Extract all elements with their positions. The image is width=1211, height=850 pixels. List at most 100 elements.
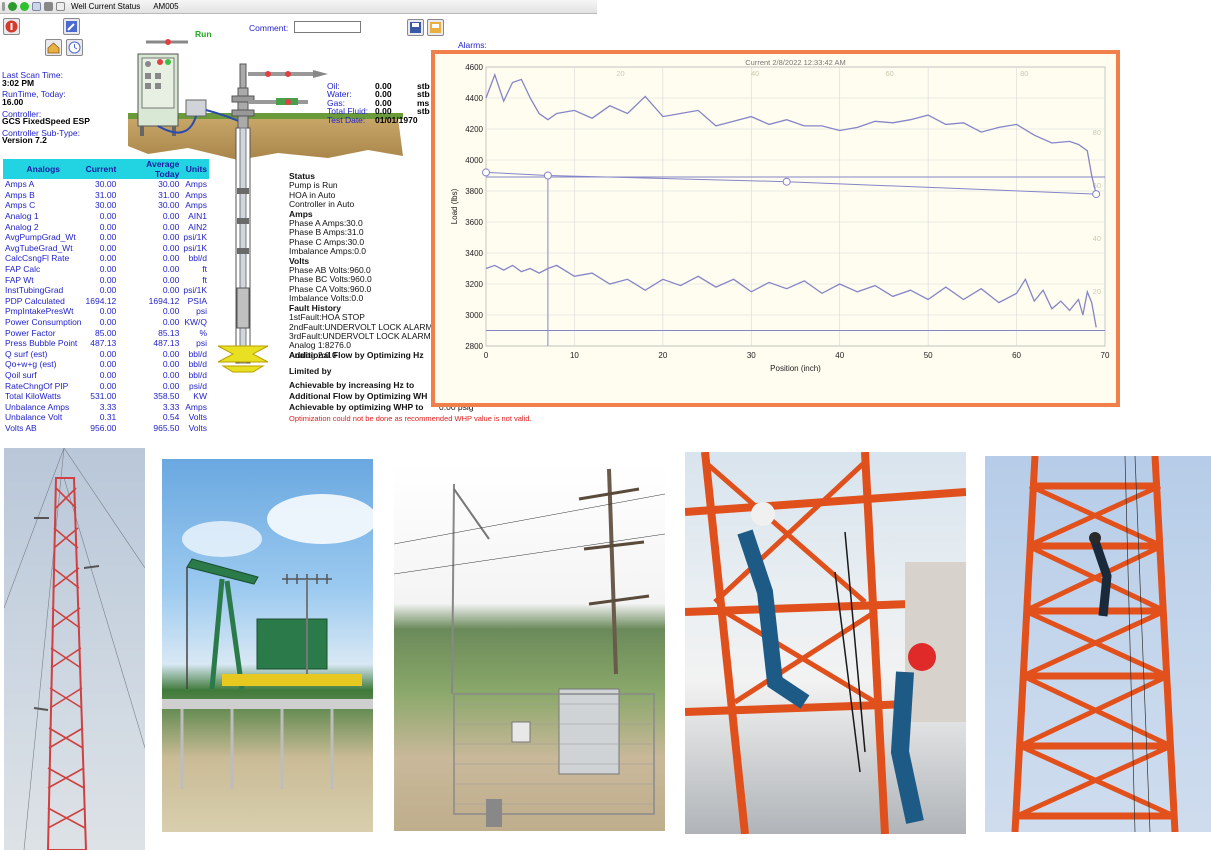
dyna-chart: 0 10 20 30 40 50 60 70 2800 3000 3200 3400 3600 3800 4… xyxy=(450,58,1110,373)
analogs-row[interactable]: Unbalance Volt 0.31 0.54 Volts xyxy=(3,412,209,423)
analogs-cell: 0.00 xyxy=(162,242,180,253)
analogs-row[interactable]: Q surf (est) 0.00 0.00 bbl/d xyxy=(3,349,209,360)
secondary-point[interactable] xyxy=(543,171,552,180)
analogs-cell: Amps xyxy=(185,189,207,200)
analogs-row[interactable]: Amps B 31.00 31.00 Amps xyxy=(3,190,209,201)
stop-button[interactable] xyxy=(3,18,20,35)
analogs-row[interactable]: Qo+w+g (est) 0.00 0.00 bbl/d xyxy=(3,359,209,370)
y-tick-label: 3800 xyxy=(465,187,483,196)
additional-flow-hz: Additional Flow by Optimizing Hz xyxy=(289,350,424,360)
print-icon[interactable] xyxy=(44,2,53,11)
analogs-cell: 0.00 xyxy=(162,274,180,285)
analogs-cell: 0.00 xyxy=(99,317,117,328)
analogs-cell: 0.00 xyxy=(162,369,180,380)
analogs-row[interactable]: Power Factor 85.00 85.13% xyxy=(3,327,209,338)
analogs-cell: Volts xyxy=(188,412,207,423)
flow-value: 01/01/1970 xyxy=(375,114,418,125)
y-tick-label: 4000 xyxy=(465,156,483,165)
analogs-cell: KW/Q xyxy=(184,317,207,328)
save-as-button[interactable] xyxy=(427,19,444,36)
analogs-cell: Amps xyxy=(185,179,207,190)
analogs-row[interactable]: InstTubingGrad 0.00 0.00 psi/1K xyxy=(3,285,209,296)
analogs-row[interactable]: FAP Wt 0.00 0.00 ft xyxy=(3,274,209,285)
analogs-row[interactable]: Amps C 30.00 30.00 Amps xyxy=(3,200,209,211)
analogs-cell: 31.00 xyxy=(158,189,180,200)
right-tick-label: 80 xyxy=(1093,128,1101,137)
window-title: Well Current Status xyxy=(71,2,141,11)
status-panel: Status Pump is Run HOA in Auto Controller … xyxy=(289,171,439,360)
analogs-cell: 0.00 xyxy=(99,359,117,370)
analogs-cell: Amps B xyxy=(5,189,35,200)
analogs-row[interactable]: Volts AB 956.00 965.50 Volts xyxy=(3,423,209,434)
analogs-cell: 0.00 xyxy=(99,285,117,296)
y-tick-label: 3200 xyxy=(465,280,483,289)
secondary-point[interactable] xyxy=(482,168,490,177)
analogs-cell: FAP Wt xyxy=(5,274,34,285)
analogs-cell: Qoil surf xyxy=(5,369,37,380)
analogs-cell: InstTubingGrad xyxy=(5,285,64,296)
flow-row: Test Date: 01/01/1970 xyxy=(327,114,435,125)
analogs-row[interactable]: Qoil surf 0.00 0.00 bbl/d xyxy=(3,370,209,381)
analogs-cell: 0.00 xyxy=(99,221,117,232)
analogs-row[interactable]: Amps A 30.00 30.00 Amps xyxy=(3,179,209,190)
tools-button[interactable] xyxy=(63,18,80,35)
esp-pump xyxy=(236,287,250,329)
analogs-cell: 1694.12 xyxy=(148,295,180,306)
analogs-cell: 956.00 xyxy=(90,422,117,433)
analogs-row[interactable]: Power Consumption 0.00 0.00 KW/Q xyxy=(3,317,209,328)
analogs-row[interactable]: Total KiloWatts 531.00 358.50 KW xyxy=(3,391,209,402)
history-button[interactable] xyxy=(66,39,83,56)
analogs-cell: 358.50 xyxy=(153,391,180,402)
window-toolbar: Well Current Status AM005 xyxy=(0,0,597,14)
analogs-cell: bbl/d xyxy=(188,348,207,359)
analogs-cell: 30.00 xyxy=(95,179,117,190)
analogs-row[interactable]: CalcCsngFl Rate 0.00 0.00 bbl/d xyxy=(3,253,209,264)
home-button[interactable] xyxy=(45,39,62,56)
analogs-cell: 1694.12 xyxy=(85,295,117,306)
analogs-row[interactable]: PmpIntakePresWt 0.00 0.00 psi xyxy=(3,306,209,317)
achievable-hz: Achievable by increasing Hz to xyxy=(289,380,415,390)
y-tick-label: 3600 xyxy=(465,218,483,227)
additional-flow-whp: Additional Flow by Optimizing WH xyxy=(289,391,428,401)
analogs-cell: Amps xyxy=(185,401,207,412)
analogs-cell: ft xyxy=(202,264,207,275)
window-icon[interactable] xyxy=(32,2,41,11)
top-tick-label: 60 xyxy=(886,69,894,78)
analogs-cell: 0.00 xyxy=(162,253,180,264)
go-icon[interactable] xyxy=(20,2,29,11)
secondary-point[interactable] xyxy=(1092,190,1101,199)
stop-icon xyxy=(5,20,18,33)
flow-label: Test Date: xyxy=(327,114,366,125)
analogs-cell: 0.00 xyxy=(99,274,117,285)
analogs-row[interactable]: PDP Calculated 1694.12 1694.12 PSIA xyxy=(3,296,209,307)
optimization-error: Optimization could not be done as recomm… xyxy=(289,414,532,423)
analogs-row[interactable]: AvgPumpGrad_Wt 0.00 0.00 psi/1K xyxy=(3,232,209,243)
analogs-cell: Power Consumption xyxy=(5,317,82,328)
analogs-cell: Q surf (est) xyxy=(5,348,48,359)
analogs-row[interactable]: AvgTubeGrad_Wt 0.00 0.00 psi/1K xyxy=(3,243,209,254)
analogs-cell: 487.13 xyxy=(153,338,180,349)
analogs-header-row: Analogs Current Average Today Units xyxy=(3,159,209,179)
analogs-row[interactable]: Analog 1 0.00 0.00 AIN1 xyxy=(3,211,209,222)
dyna-chart-frame: 0 10 20 30 40 50 60 70 2800 3000 3200 3400 3600 3800 4… xyxy=(431,50,1120,407)
x-tick-label: 30 xyxy=(747,351,756,360)
analogs-cell: 0.00 xyxy=(99,211,117,222)
refresh-icon[interactable] xyxy=(8,2,17,11)
document-icon[interactable] xyxy=(56,2,65,11)
analogs-row[interactable]: Press Bubble Point 487.13 487.13 psi xyxy=(3,338,209,349)
flow-panel: Oil: 0.00 stb Water: 0.00 stb Gas: 0.00 ms Total … xyxy=(327,82,435,124)
secondary-point[interactable] xyxy=(782,177,791,186)
analogs-row[interactable]: RateChngOf PIP 0.00 0.00 psi/d xyxy=(3,380,209,391)
analogs-row[interactable]: Analog 2 0.00 0.00 AIN2 xyxy=(3,221,209,232)
analogs-cell: 0.54 xyxy=(162,412,180,423)
analogs-cell: 0.00 xyxy=(162,264,180,275)
analogs-cell: 965.50 xyxy=(153,422,180,433)
analogs-cell: Volts AB xyxy=(5,422,37,433)
analogs-cell: PSIA xyxy=(187,295,207,306)
x-tick-label: 50 xyxy=(924,351,933,360)
analogs-row[interactable]: Unbalance Amps 3.33 3.33 Amps xyxy=(3,401,209,412)
analogs-row[interactable]: FAP Calc 0.00 0.00 ft xyxy=(3,264,209,275)
analogs-cell: AIN1 xyxy=(188,211,207,222)
analogs-cell: Amps xyxy=(185,200,207,211)
analogs-cell: KW xyxy=(193,391,207,402)
